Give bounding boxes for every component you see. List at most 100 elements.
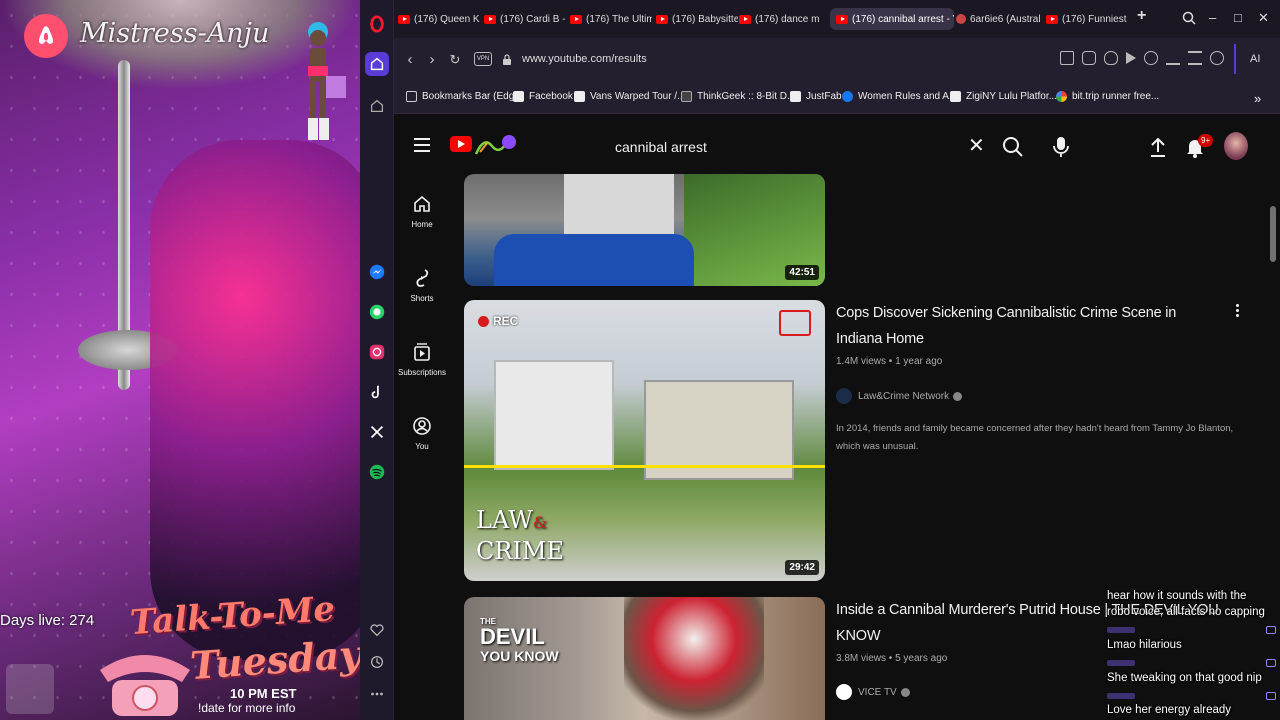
tiktok-icon[interactable] — [365, 380, 389, 404]
microphone-icon[interactable] — [1050, 135, 1072, 159]
scrollbar-thumb[interactable] — [1270, 206, 1276, 262]
channel-avatar[interactable] — [836, 684, 852, 700]
play-icon[interactable] — [1126, 52, 1136, 64]
google-icon — [1056, 91, 1067, 102]
nav-home[interactable]: Home — [394, 194, 450, 229]
bookmark-item[interactable]: JustFab — [790, 91, 842, 102]
download-icon[interactable] — [1166, 51, 1180, 65]
law-and-crime-logo: LAW& CRIME — [476, 506, 565, 565]
video-thumbnail[interactable]: 42:51 — [464, 174, 825, 286]
shield-icon[interactable] — [1104, 51, 1118, 65]
chat-message: Lmao hilarious — [1107, 639, 1182, 651]
channel-avatar[interactable] — [836, 388, 852, 404]
tab-item[interactable]: (176) dance mo — [739, 8, 819, 30]
lock-icon[interactable] — [502, 54, 512, 66]
bookmark-item[interactable]: bit.trip runner free... — [1056, 91, 1159, 102]
forward-button[interactable]: › — [424, 52, 440, 68]
thinkgeek-icon — [681, 91, 692, 102]
video-duration: 29:42 — [785, 560, 819, 575]
instagram-icon[interactable] — [365, 340, 389, 364]
home-icon — [414, 195, 430, 212]
channel-row[interactable]: VICE TV — [836, 684, 910, 700]
tab-item-active[interactable]: (176) cannibal arrest - You — [830, 8, 954, 30]
back-button[interactable]: ‹ — [402, 52, 418, 68]
verified-badge-icon — [900, 687, 910, 697]
bookmarks-bar: Bookmarks Bar (Edge) Facebook Vans Warpe… — [394, 82, 1280, 114]
bookmark-item[interactable]: Women Rules and A... — [842, 91, 957, 102]
tab-bar: (176) Queen Key (176) Cardi B - M (176) … — [394, 0, 1280, 38]
maximize-button[interactable]: □ — [1234, 10, 1242, 25]
video-thumbnail[interactable]: THE DEVIL YOU KNOW — [464, 597, 825, 720]
profile-icon[interactable] — [1210, 51, 1224, 65]
opera-logo-icon[interactable] — [365, 12, 389, 36]
heart-icon[interactable] — [1144, 51, 1158, 65]
bookmark-item[interactable]: Facebook — [513, 91, 573, 102]
sidebar-divider — [1234, 44, 1236, 74]
tab-item[interactable]: (176) The Ultima — [570, 8, 652, 30]
video-description: In 2014, friends and family became conce… — [836, 423, 1234, 452]
reload-button[interactable]: ↻ — [447, 52, 463, 68]
search-icon[interactable] — [1002, 136, 1024, 158]
youtube-doodle-icon[interactable] — [474, 132, 516, 158]
youtube-logo-icon[interactable] — [450, 136, 472, 152]
search-box[interactable] — [604, 130, 989, 164]
menu-lines-icon[interactable] — [1188, 51, 1202, 65]
url-field[interactable]: www.youtube.com/results — [522, 53, 647, 65]
tab-item[interactable]: (176) Cardi B - M — [484, 8, 566, 30]
bookmark-item[interactable]: Vans Warped Tour /... — [574, 91, 685, 102]
tab-item[interactable]: (176) Queen Key — [398, 8, 480, 30]
video-title[interactable]: Cops Discover Sickening Cannibalistic Cr… — [836, 300, 1226, 352]
youtube-mini-guide: Home Shorts Subscriptions You — [394, 174, 450, 720]
promo-time: 10 PM EST — [230, 686, 297, 701]
account-avatar[interactable] — [1224, 132, 1248, 160]
history-clock-icon[interactable] — [365, 650, 389, 674]
tab-item[interactable]: (176) Babysitter — [656, 8, 738, 30]
tab-item[interactable]: (176) Funniest D — [1046, 8, 1128, 30]
close-window-button[interactable]: ✕ — [1258, 10, 1269, 26]
ai-button[interactable]: AI — [1250, 53, 1260, 65]
video-thumbnail[interactable]: REC LAW& CRIME 29:42 — [464, 300, 825, 581]
tab-item[interactable]: 6ar6ie6 (Australi — [956, 8, 1040, 30]
airbnb-style-logo-icon — [24, 14, 68, 58]
bookmark-item[interactable]: ZigiNY Lulu Platfor... — [950, 91, 1057, 102]
upload-icon[interactable] — [1148, 136, 1168, 158]
camera-icon[interactable] — [1082, 51, 1096, 65]
streamer-name: Mistress-Anju — [80, 18, 270, 49]
chat-message: robo voice, all facts no capping — [1107, 606, 1265, 618]
bookmark-item[interactable]: Bookmarks Bar (Edge) — [406, 91, 523, 102]
workspace-home-icon[interactable] — [365, 52, 389, 76]
guide-menu-icon[interactable] — [414, 138, 430, 152]
promo-command: !date for more info — [198, 701, 296, 715]
x-twitter-icon[interactable] — [365, 420, 389, 444]
verified-badge-icon — [953, 391, 963, 401]
vpn-badge[interactable]: VPN — [474, 52, 492, 66]
nav-subscriptions[interactable]: Subscriptions — [394, 342, 450, 377]
youtube-favicon-icon — [484, 14, 496, 24]
spotify-icon[interactable] — [365, 460, 389, 484]
messenger-icon[interactable] — [365, 260, 389, 284]
workspace-star-icon[interactable] — [365, 94, 389, 118]
video-metadata: 1.4M views • 1 year ago — [836, 356, 943, 367]
more-bookmarks-chevron-icon[interactable]: » — [1254, 91, 1261, 106]
channel-row[interactable]: Law&Crime Network — [836, 388, 963, 404]
minimize-button[interactable]: – — [1209, 10, 1216, 25]
bookmark-item[interactable]: ThinkGeek :: 8-Bit D... — [681, 91, 795, 102]
clear-search-icon[interactable]: ✕ — [968, 136, 988, 156]
new-tab-button[interactable]: + — [1137, 7, 1146, 25]
chat-badge-icon — [1266, 692, 1276, 700]
record-dot-icon — [478, 315, 489, 327]
more-dots-icon[interactable] — [365, 682, 389, 706]
favorites-heart-icon[interactable] — [365, 618, 389, 642]
search-input[interactable] — [604, 130, 989, 164]
edit-icon[interactable] — [1060, 51, 1074, 65]
cup-icon — [6, 664, 54, 714]
shorts-icon — [416, 269, 429, 287]
nav-shorts[interactable]: Shorts — [394, 268, 450, 303]
facebook-icon — [842, 91, 853, 102]
address-bar: ‹ › ↻ VPN www.youtube.com/results AI — [394, 38, 1280, 82]
whatsapp-icon[interactable] — [365, 300, 389, 324]
tab-search-icon[interactable] — [1182, 11, 1196, 25]
more-actions-icon[interactable] — [1232, 302, 1242, 320]
chat-message: Love her energy already — [1107, 704, 1232, 716]
nav-you[interactable]: You — [394, 416, 450, 451]
